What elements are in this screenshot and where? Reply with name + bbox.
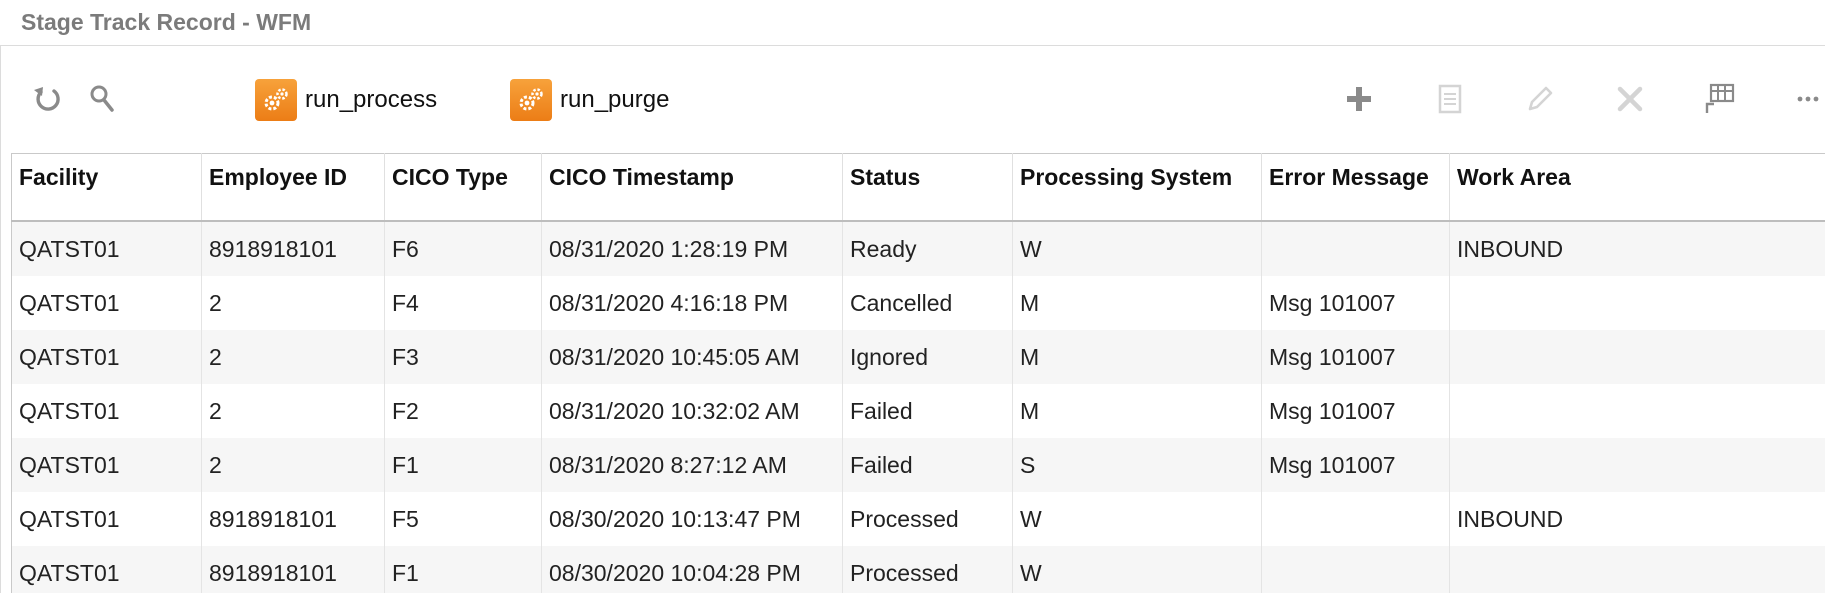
table-cell: M xyxy=(1012,330,1262,384)
page-title: Stage Track Record - WFM xyxy=(21,9,312,35)
column-header[interactable]: Employee ID xyxy=(201,153,385,222)
table-cell: 8918918101 xyxy=(201,221,385,276)
table-cell: Failed xyxy=(842,438,1013,492)
table-cell: Msg 101007 xyxy=(1261,438,1450,492)
table-cell: QATST01 xyxy=(11,546,202,593)
table-cell: M xyxy=(1012,384,1262,438)
table-cell: Cancelled xyxy=(842,276,1013,330)
delete-icon[interactable] xyxy=(1608,77,1652,121)
column-header[interactable]: Processing System xyxy=(1012,153,1262,222)
table-cell: 2 xyxy=(201,330,385,384)
run-purge-button[interactable]: run_purge xyxy=(510,78,669,122)
table-cell: Processed xyxy=(842,492,1013,546)
table-cell: 08/30/2020 10:04:28 PM xyxy=(541,546,843,593)
table-cell: 08/31/2020 10:45:05 AM xyxy=(541,330,843,384)
table-cell: Ignored xyxy=(842,330,1013,384)
column-header[interactable]: CICO Timestamp xyxy=(541,153,843,222)
table-row[interactable]: QATST01 2 F1 08/31/2020 8:27:12 AM Faile… xyxy=(11,438,1825,492)
column-header[interactable]: Facility xyxy=(11,153,202,222)
table-cell xyxy=(1261,546,1450,593)
table-cell: Ready xyxy=(842,221,1013,276)
table-cell: Msg 101007 xyxy=(1261,330,1450,384)
table-cell: 8918918101 xyxy=(201,546,385,593)
table-row[interactable]: QATST01 8918918101 F5 08/30/2020 10:13:4… xyxy=(11,492,1825,546)
table-cell: 08/31/2020 10:32:02 AM xyxy=(541,384,843,438)
add-icon[interactable] xyxy=(1337,77,1381,121)
table-cell: W xyxy=(1012,221,1262,276)
column-header[interactable]: Error Message xyxy=(1261,153,1450,222)
table-cell: INBOUND xyxy=(1449,221,1825,276)
table-row[interactable]: QATST01 2 F3 08/31/2020 10:45:05 AM Igno… xyxy=(11,330,1825,384)
table-cell: QATST01 xyxy=(11,276,202,330)
edit-icon[interactable] xyxy=(1518,77,1562,121)
table-cell: S xyxy=(1012,438,1262,492)
table-cell: 08/31/2020 8:27:12 AM xyxy=(541,438,843,492)
table-cell: Msg 101007 xyxy=(1261,276,1450,330)
column-header[interactable]: Work Area xyxy=(1449,153,1825,222)
table-cell: F4 xyxy=(384,276,542,330)
table-cell: QATST01 xyxy=(11,221,202,276)
table-cell xyxy=(1449,276,1825,330)
table-cell xyxy=(1449,330,1825,384)
table-row[interactable]: QATST01 2 F4 08/31/2020 4:16:18 PM Cance… xyxy=(11,276,1825,330)
column-header[interactable]: Status xyxy=(842,153,1013,222)
table-cell: F2 xyxy=(384,384,542,438)
toolbar: run_process run_purge xyxy=(0,52,1825,140)
gears-icon xyxy=(255,79,297,121)
refresh-icon[interactable] xyxy=(25,77,69,121)
table-cell: 2 xyxy=(201,438,385,492)
run-process-label: run_process xyxy=(305,86,438,113)
data-grid: Facility Employee ID CICO Type CICO Time… xyxy=(11,153,1825,593)
table-row[interactable]: QATST01 8918918101 F6 08/31/2020 1:28:19… xyxy=(11,221,1825,276)
header-row: Facility Employee ID CICO Type CICO Time… xyxy=(11,153,1825,222)
table-cell xyxy=(1261,492,1450,546)
more-icon[interactable] xyxy=(1788,77,1825,121)
table-cell: F6 xyxy=(384,221,542,276)
table-settings-icon[interactable] xyxy=(1698,77,1742,121)
table-row[interactable]: QATST01 8918918101 F1 08/30/2020 10:04:2… xyxy=(11,546,1825,593)
table-cell: 2 xyxy=(201,384,385,438)
table-row[interactable]: QATST01 2 F2 08/31/2020 10:32:02 AM Fail… xyxy=(11,384,1825,438)
table-cell: 2 xyxy=(201,276,385,330)
table-cell: Processed xyxy=(842,546,1013,593)
table-cell: 08/30/2020 10:13:47 PM xyxy=(541,492,843,546)
table-cell: QATST01 xyxy=(11,438,202,492)
table-cell: 08/31/2020 1:28:19 PM xyxy=(541,221,843,276)
table-cell: M xyxy=(1012,276,1262,330)
table-cell: Failed xyxy=(842,384,1013,438)
table-cell xyxy=(1449,384,1825,438)
table-cell xyxy=(1261,221,1450,276)
table-cell: W xyxy=(1012,492,1262,546)
search-icon[interactable] xyxy=(80,77,124,121)
table-cell xyxy=(1449,546,1825,593)
table-cell: F1 xyxy=(384,546,542,593)
run-purge-label: run_purge xyxy=(560,86,670,113)
table-cell: Msg 101007 xyxy=(1261,384,1450,438)
title-bar: Stage Track Record - WFM xyxy=(0,0,1825,46)
table-cell: F3 xyxy=(384,330,542,384)
gears-icon xyxy=(510,79,552,121)
table-cell: 8918918101 xyxy=(201,492,385,546)
stage-track-table: Facility Employee ID CICO Type CICO Time… xyxy=(11,153,1825,593)
table-cell: QATST01 xyxy=(11,384,202,438)
table-cell: QATST01 xyxy=(11,330,202,384)
run-process-button[interactable]: run_process xyxy=(255,78,437,122)
copy-icon[interactable] xyxy=(1428,77,1472,121)
column-header[interactable]: CICO Type xyxy=(384,153,542,222)
table-cell: INBOUND xyxy=(1449,492,1825,546)
table-cell xyxy=(1449,438,1825,492)
table-cell: 08/31/2020 4:16:18 PM xyxy=(541,276,843,330)
table-cell: F5 xyxy=(384,492,542,546)
table-cell: W xyxy=(1012,546,1262,593)
table-cell: F1 xyxy=(384,438,542,492)
table-cell: QATST01 xyxy=(11,492,202,546)
